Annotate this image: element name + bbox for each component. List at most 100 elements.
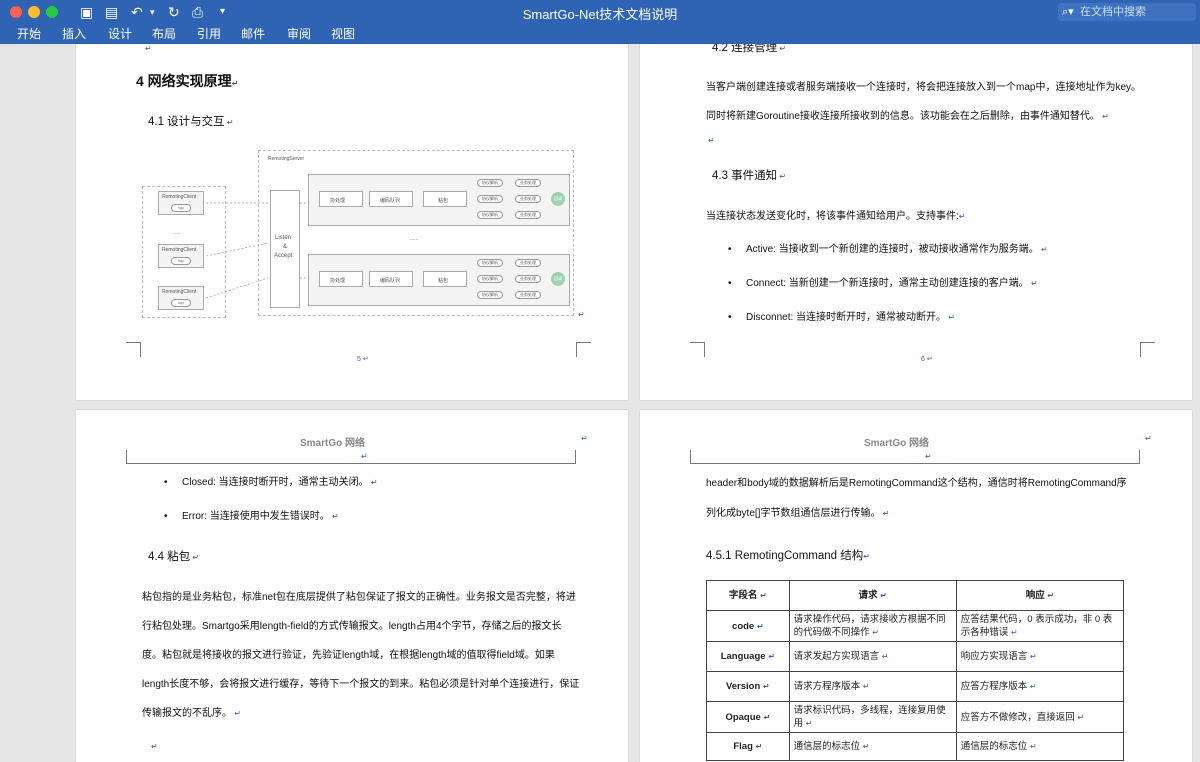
cell-text: 应答方不做修改，直接返回 xyxy=(960,711,1075,723)
tab-insert[interactable]: 插入 xyxy=(62,26,86,42)
page-number: 6 ↵ xyxy=(921,356,933,363)
body-line: 行粘包处理。Smartgo采用length-field的方式传输报文。lengt… xyxy=(142,621,562,632)
business-pill: 业务处理 xyxy=(515,259,541,267)
table-row: Version ↵ 请求方程序版本 ↵ 应答方程序版本 ↵ xyxy=(706,671,1125,702)
tab-references[interactable]: 引用 xyxy=(197,26,221,42)
page-5[interactable]: ↵ 4 网络实现原理↵ 4.1 设计与交互 ↵ RemotingServer R… xyxy=(76,44,628,400)
stage-label: 协处理 xyxy=(330,278,346,284)
cell-text: 请求方程序版本 xyxy=(793,681,861,692)
customize-toolbar-icon[interactable]: ▾ xyxy=(220,3,225,21)
header-rule xyxy=(690,450,1140,464)
paragraph-mark: ↵ xyxy=(863,552,870,561)
table-row: Opaque ↵ 请求标识代码，多线程，连接复用使用 ↵ 应答方不做修改，直接返… xyxy=(706,701,1125,733)
body-line: 传输报文的不乱序。 ↵ xyxy=(142,707,241,721)
page-header: SmartGo 网络 xyxy=(864,438,930,449)
window-title: SmartGo-Net技术文档说明 xyxy=(522,7,678,22)
body-paragraph: 当客户端创建连接或者服务端接收一个连接时，将会把连接放入到一个map中，连接地址… xyxy=(706,82,1142,93)
list-item: Disconnet: 当连接时断开时，通常被动断开。 ↵ xyxy=(728,311,955,325)
cell-text: 应答方程序版本 xyxy=(960,681,1028,692)
protocol-pill: 协议解析 xyxy=(477,259,503,267)
title-bar: ▣ ▤ ↶ ▾ ↻ ⎙ ▾ SmartGo-Net技术文档说明 ⌕▾ 在文档中搜… xyxy=(0,0,1200,24)
page-8[interactable]: SmartGo 网络 ↵ ↵ header和body域的数据解析后是Remoti… xyxy=(640,410,1192,762)
list-item: Active: 当接收到一个新创建的连接时，被动接收通常作为服务端。 ↵ xyxy=(728,243,1048,257)
header-text: 请求 xyxy=(858,590,878,601)
paragraph-mark: ↵ xyxy=(361,452,368,461)
paragraph-mark: ↵ xyxy=(777,44,787,53)
cell-text: Language xyxy=(720,651,766,662)
cell-mark: ↵ xyxy=(1029,742,1037,751)
page-number-text: 5 xyxy=(357,356,361,363)
paragraph-mark: ↵ xyxy=(145,44,152,53)
listen-label: Listen xyxy=(275,235,292,241)
paragraph-mark: ↵ xyxy=(329,512,339,521)
business-pill: 业务处理 xyxy=(515,211,541,219)
paragraph-mark: ↵ xyxy=(578,310,585,319)
close-window-button[interactable] xyxy=(10,6,22,18)
stage-label: 编码队列 xyxy=(380,278,401,284)
pipelines-ellipsis: ...... xyxy=(410,236,419,242)
page-7[interactable]: SmartGo 网络 ↵ ↵ Closed: 当连接时断开时，通常主动关闭。 ↵… xyxy=(76,410,628,762)
cell-text: 通信层的标志位 xyxy=(793,741,861,752)
paragraph-mark: ↵ xyxy=(581,434,588,443)
body-paragraph-text: 同时将新建Goroutine接收连接所接收到的信息。该功能会在之后删除，由事件通… xyxy=(706,111,1100,122)
save-icon[interactable]: ▤ xyxy=(105,3,118,21)
ampersand-label: & xyxy=(283,244,288,250)
tab-review[interactable]: 审阅 xyxy=(287,26,311,42)
paragraph-mark: ↵ xyxy=(958,212,966,221)
protocol-pill: 协议解析 xyxy=(477,275,503,283)
heading-4: 4 网络实现原理↵ xyxy=(136,74,238,91)
tab-home[interactable]: 开始 xyxy=(17,26,41,42)
field-name-cell: Language ↵ xyxy=(706,641,790,672)
list-item-text: Active: 当接收到一个新创建的连接时，被动接收通常作为服务端。 xyxy=(746,244,1039,255)
cell-text: 通信层的标志位 xyxy=(960,741,1028,752)
stage-box: 协处理 xyxy=(319,271,363,287)
print-icon[interactable]: ⎙ xyxy=(192,3,203,21)
tab-design[interactable]: 设计 xyxy=(108,26,132,42)
paragraph-mark: ↵ xyxy=(232,709,241,718)
cell-mark: ↵ xyxy=(1047,591,1055,600)
stage-box: 粘包 xyxy=(423,191,467,207)
cell-text: code xyxy=(732,620,755,632)
heading-4-3: 4.3 事件通知 ↵ xyxy=(712,169,786,184)
stage-box: 编码队列 xyxy=(369,271,413,287)
request-cell: 通信层的标志位 ↵ xyxy=(788,732,957,761)
list-item-text: Disconnet: 当连接时断开时，通常被动断开。 xyxy=(746,312,947,323)
cell-text: 请求标识代码，多线程，连接复用使用 xyxy=(793,705,946,729)
cell-mark: ↵ xyxy=(862,742,870,751)
business-pill: 业务处理 xyxy=(515,275,541,283)
cell-mark: ↵ xyxy=(1029,682,1037,691)
sidebar-toggle-icon[interactable]: ▣ xyxy=(80,3,93,21)
response-cell: 应答方不做修改，直接返回 ↵ xyxy=(955,701,1125,733)
page-6[interactable]: 4.2 连接管理 ↵ 当客户端创建连接或者服务端接收一个连接时，将会把连接放入到… xyxy=(640,44,1192,400)
redo-icon[interactable]: ↻ xyxy=(168,3,180,21)
heading-4-4-text: 4.4 粘包 xyxy=(148,551,191,563)
tab-mailings[interactable]: 邮件 xyxy=(241,26,265,42)
maximize-window-button[interactable] xyxy=(46,6,58,18)
body-paragraph-text: 当连接状态发送变化时，将该事件通知给用户。支持事件: xyxy=(706,211,959,222)
undo-icon[interactable]: ↶ xyxy=(131,3,143,21)
header-text: 响应 xyxy=(1025,590,1045,601)
stage-label: 协处理 xyxy=(330,198,346,204)
cell-mark: ↵ xyxy=(763,712,771,722)
cell-mark: ↵ xyxy=(762,682,770,691)
crop-mark xyxy=(690,342,705,357)
cell-mark: ↵ xyxy=(881,652,889,661)
table-header-cell: 响应 ↵ xyxy=(955,580,1125,611)
stage-label: 粘包 xyxy=(438,278,449,284)
protocol-pill: 协议解析 xyxy=(477,179,503,187)
body-line: length长度不够，会将报文进行缓存，等待下一个报文的到来。粘包必须是针对单个… xyxy=(142,679,580,690)
cell-text: 请求操作代码，请求接收方根据不同的代码做不同操作 xyxy=(793,614,946,638)
field-name-cell: code ↵ xyxy=(706,610,790,642)
heading-4-5-1: 4.5.1 RemotingCommand 结构↵ xyxy=(706,549,870,564)
table-row: Flag ↵ 通信层的标志位 ↵ 通信层的标志位 ↵ xyxy=(706,732,1125,761)
page-header: SmartGo 网络 xyxy=(300,438,366,449)
cell-mark: ↵ xyxy=(760,591,767,600)
cell-mark: ↵ xyxy=(1010,628,1018,637)
tab-layout[interactable]: 布局 xyxy=(152,26,176,42)
minimize-window-button[interactable] xyxy=(28,6,40,18)
tab-view[interactable]: 视图 xyxy=(331,26,355,42)
paragraph-mark: ↵ xyxy=(151,742,158,751)
page-number: 5 ↵ xyxy=(357,356,369,363)
search-input[interactable]: ⌕▾ 在文档中搜索 xyxy=(1058,3,1196,21)
undo-dropdown-icon[interactable]: ▾ xyxy=(150,3,155,21)
